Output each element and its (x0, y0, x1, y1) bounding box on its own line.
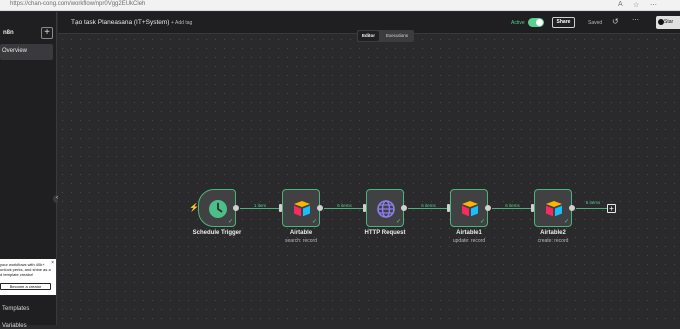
url-text[interactable]: https://chan-cong.com/workflow/npr0Vgg2E… (10, 1, 145, 7)
tab-executions[interactable]: Executions (381, 31, 413, 41)
sidebar-item-variables[interactable]: Variables (2, 323, 27, 329)
more-options-icon[interactable]: ⋯ (632, 16, 639, 24)
saved-status: Saved (588, 20, 603, 26)
node-airtable1[interactable]: ✓ (450, 189, 488, 227)
view-tabs: Editor Executions (357, 30, 414, 42)
node-http-request[interactable]: ✓ (366, 189, 404, 227)
connection-count: 6 items (328, 203, 361, 208)
output-handle[interactable] (401, 205, 407, 211)
plus-icon: + (44, 27, 50, 38)
sidebar-item-overview[interactable]: Overview (0, 44, 53, 60)
output-handle[interactable] (233, 205, 239, 211)
tab-editor[interactable]: Editor (358, 31, 379, 41)
github-star-button[interactable]: Star (656, 16, 680, 29)
add-workflow-button[interactable]: + (41, 27, 53, 39)
become-creator-button[interactable]: Become a creator (0, 283, 51, 290)
browser-address-bar[interactable]: https://chan-cong.com/workflow/npr0Vgg2E… (0, 0, 680, 11)
connection-count: 1 item (244, 203, 276, 208)
star-label: Star (664, 19, 674, 25)
history-icon[interactable]: ↺ (612, 17, 619, 26)
add-tag-button[interactable]: + Add tag (171, 20, 192, 26)
connection-count: 6 items (585, 200, 601, 205)
reader-icon[interactable]: A (618, 1, 623, 8)
share-button[interactable]: Share (552, 17, 575, 28)
menu-icon[interactable]: ⋯ (650, 1, 657, 9)
creator-promo-banner: × your workflows with 40k+ unlock perks,… (0, 259, 56, 295)
sidebar: n8n + Overview × your workflows with 40k… (0, 12, 57, 329)
globe-icon (377, 200, 395, 218)
connection-wire (324, 208, 365, 209)
airtable-icon (546, 201, 562, 217)
success-check-icon: ✓ (311, 219, 317, 225)
clock-icon (209, 200, 227, 218)
connection-wire (576, 208, 607, 209)
github-icon (658, 19, 664, 25)
n8n-logo[interactable]: n8n (3, 30, 14, 36)
sidebar-item-label: Overview (2, 48, 28, 54)
node-label: Airtable2 (540, 230, 566, 236)
success-check-icon: ✓ (479, 219, 485, 225)
output-handle[interactable] (569, 205, 575, 211)
node-airtable2[interactable]: ✓ (534, 189, 572, 227)
airtable-icon (294, 201, 310, 217)
promo-line: d template creator! (0, 272, 34, 277)
workflow-title[interactable]: Tạo task Planeasana (IT+System) (71, 19, 169, 26)
add-node-button[interactable]: + (607, 204, 616, 213)
sidebar-item-templates[interactable]: Templates (2, 306, 29, 312)
plus-icon: + (609, 204, 614, 213)
promo-text: your workflows with 40k+ unlock perks, a… (0, 262, 52, 277)
success-check-icon: ✓ (563, 219, 569, 225)
connection-wire (240, 208, 280, 209)
connection-count: 6 items (496, 203, 529, 208)
success-check-icon: ✓ (395, 219, 401, 225)
node-subtitle: create: record (537, 238, 569, 244)
connection-count: 6 items (412, 203, 445, 208)
output-handle[interactable] (485, 205, 491, 211)
favorite-icon[interactable]: ☆ (633, 1, 639, 9)
toggle-knob (536, 19, 543, 26)
airtable-icon (462, 201, 478, 217)
success-check-icon: ✓ (227, 219, 233, 225)
active-toggle[interactable] (528, 18, 544, 27)
workflow-canvas[interactable] (58, 35, 680, 325)
connection-wire (408, 208, 449, 209)
node-schedule-trigger[interactable]: ✓ (198, 189, 236, 227)
output-handle[interactable] (317, 205, 323, 211)
active-label: Active (511, 20, 525, 26)
node-airtable[interactable]: ✓ (282, 189, 320, 227)
node-subtitle: search: record (285, 238, 317, 244)
connection-wire (492, 208, 533, 209)
